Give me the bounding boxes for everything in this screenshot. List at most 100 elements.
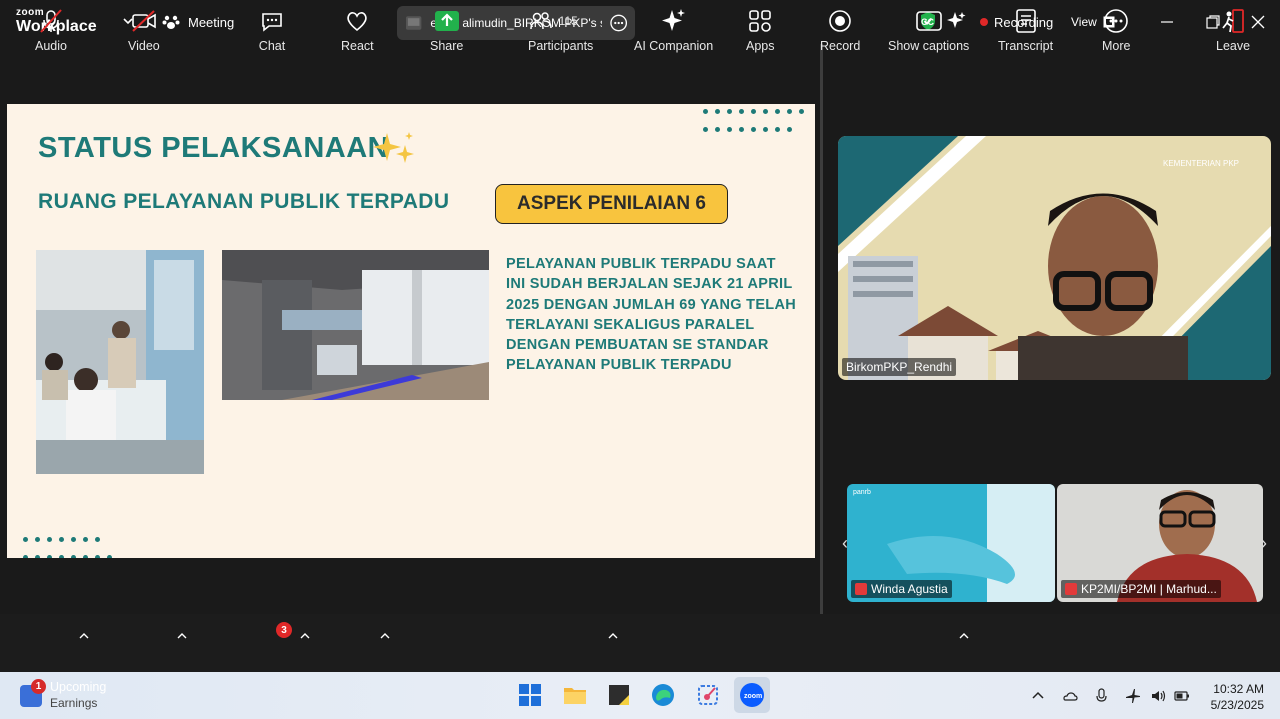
video-label: Video [128,39,160,53]
video-button[interactable]: Video [128,8,160,53]
svg-text:zoom: zoom [744,693,762,700]
file-explorer-icon[interactable] [562,682,588,708]
leave-label: Leave [1216,39,1251,53]
slide-description: PELAYANAN PUBLIK TERPADU SAAT INI SUDAH … [506,256,797,374]
heart-icon [347,12,367,32]
share-label-button: Share [430,39,464,53]
gallery-next-arrow[interactable]: › [1257,532,1271,554]
share-button[interactable]: Share [430,8,463,53]
record-label: Record [820,39,861,53]
slide-subtitle: RUANG PELAYANAN PUBLIK TERPADU [38,190,450,213]
participant-name-tile-1: Winda Agustia [851,580,952,598]
clock-date: 5/23/2025 [1210,698,1264,712]
close-icon[interactable] [1248,12,1268,32]
participant-video-main[interactable]: KEMENTERIAN PKP BirkomPKP_Rendhi [838,136,1271,380]
participant-name-1: Winda Agustia [871,582,948,596]
record-button[interactable]: Record [820,8,860,53]
svg-text:panrb: panrb [853,489,871,496]
lobby-photo [222,250,489,400]
windows-taskbar [0,672,1280,719]
shared-screen-area: STATUS PELAKSANAAN RUANG PELAYANAN PUBLI… [0,44,820,614]
react-label: React [341,39,374,53]
chat-label: Chat [258,39,286,53]
show-captions-label: Show captions [888,39,970,53]
recording-dot-icon [980,18,988,26]
record-icon [829,10,851,32]
participant-name-main: BirkomPKP_Rendhi [842,358,957,376]
volume-icon[interactable] [1150,688,1166,704]
chat-icon [262,13,282,32]
react-options-caret[interactable] [380,632,390,640]
presentation-slide: STATUS PELAKSANAAN RUANG PELAYANAN PUBLI… [7,104,815,558]
more-options-icon[interactable] [609,14,627,32]
system-clock[interactable]: 10:32 AM 5/23/2025 [1204,681,1264,713]
participant-name-tile-2: KP2MI/BP2MI | Marhud... [1061,580,1221,598]
more-icon [1104,9,1129,33]
muted-mic-icon [855,583,867,595]
airplane-mode-icon[interactable] [1125,688,1141,704]
ai-companion-button[interactable]: AI Companion [634,8,713,53]
video-off-icon [132,10,156,32]
meeting-info-button[interactable]: Meeting [162,14,234,30]
audio-options-caret[interactable] [79,632,89,640]
audio-button[interactable]: Audio [35,8,67,53]
svg-text:CC: CC [921,17,934,27]
svg-text:KEMENTERIAN PKP: KEMENTERIAN PKP [1163,159,1239,168]
onedrive-cloud-icon[interactable] [1062,688,1078,704]
decorative-dots-bottom [19,532,131,558]
snipping-tool-icon[interactable] [695,682,721,708]
microphone-tray-icon[interactable] [1094,688,1110,704]
chat-unread-badge: 3 [276,622,292,638]
ai-companion-icon [661,9,685,31]
slide-title: STATUS PELAKSANAAN [38,132,390,164]
more-label: More [1102,39,1131,53]
transcript-button[interactable]: Transcript [998,8,1053,53]
apps-button[interactable]: Apps [746,8,775,53]
decorative-dots-top [699,104,815,140]
muted-mic-icon [1065,583,1077,595]
mic-muted-icon [40,9,62,33]
clock-time: 10:32 AM [1213,682,1264,696]
show-hidden-icons-chevron[interactable] [1030,688,1046,704]
participant-name-2: KP2MI/BP2MI | Marhud... [1081,582,1217,596]
more-button[interactable]: More [1102,8,1130,53]
participants-paw-icon [162,15,180,29]
apps-icon [749,10,772,32]
sticky-notes-icon[interactable] [606,682,632,708]
leave-button[interactable]: Leave [1216,8,1250,53]
meeting-toolbar [0,614,1280,672]
assessment-badge: ASPEK PENILAIAN 6 [495,184,728,224]
react-button[interactable]: React [341,8,374,53]
apps-label: Apps [746,39,775,53]
chat-button[interactable]: Chat [258,8,286,53]
edge-browser-icon[interactable] [650,682,676,708]
participant-video-feed: KEMENTERIAN PKP [838,136,1271,380]
windows-start-icon[interactable] [517,682,543,708]
transcript-icon [1015,9,1036,33]
ai-companion-label: AI Companion [634,39,714,53]
upcoming-badge: 1 [31,679,46,694]
participant-tile-1[interactable]: panrb Winda Agustia [847,484,1055,602]
meeting-label: Meeting [188,14,235,30]
share-screen-icon [434,11,459,31]
captions-icon: CC [915,11,942,31]
participant-tile-2[interactable]: KP2MI/BP2MI | Marhud... [1057,484,1263,602]
transcript-label: Transcript [998,39,1054,53]
show-captions-button[interactable]: CC Show captions [888,8,969,53]
chat-options-caret[interactable] [300,632,310,640]
minimize-icon[interactable] [1157,12,1177,32]
audio-label: Audio [35,39,67,53]
participants-options-caret[interactable] [608,632,618,640]
service-room-photo [36,250,204,474]
view-label: View [1071,15,1097,29]
participants-label: Participants [528,39,594,53]
video-options-caret[interactable] [177,632,187,640]
battery-icon[interactable] [1174,688,1190,704]
screen-thumbnail-icon [405,16,422,30]
upcoming-title: Upcoming [50,680,107,694]
captions-options-caret[interactable] [959,632,969,640]
upcoming-subtitle: Earnings [50,696,98,710]
zoom-app-icon[interactable]: zoom [739,682,765,708]
leave-icon [1222,9,1244,33]
participants-button[interactable]: 115 Participants [528,8,593,53]
